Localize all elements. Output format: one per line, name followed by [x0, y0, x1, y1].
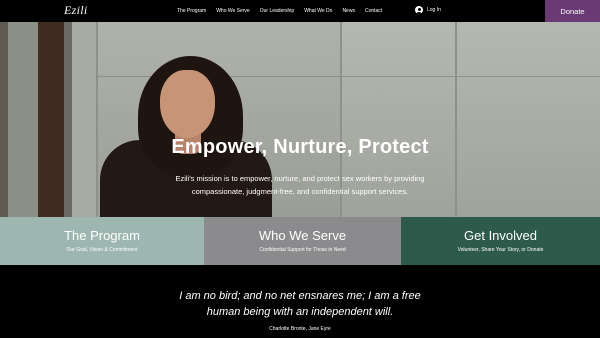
wall-joint: [96, 22, 98, 217]
site-header: Ezili The Program Who We Serve Our Leade…: [0, 0, 600, 22]
quote-citation: Charlotte Bronte, Jane Eyre: [269, 326, 331, 332]
nav-link-our-leadership[interactable]: Our Leadership: [260, 8, 294, 14]
feature-panels: The Program Our Goal, Vision & Commitmen…: [0, 217, 600, 265]
quote-line-1: I am no bird; and no net ensnares me; I …: [179, 290, 421, 302]
hero-description: Ezili's mission is to empower, nurture, …: [175, 174, 425, 196]
site-logo[interactable]: Ezili: [64, 3, 88, 18]
panel-who-we-serve[interactable]: Who We Serve Confidential Support for Th…: [204, 217, 401, 265]
hero-section: Empower, Nurture, Protect Ezili's missio…: [0, 22, 600, 217]
panel-title: The Program: [64, 228, 140, 243]
nav-link-contact[interactable]: Contact: [365, 8, 382, 14]
panel-title: Who We Serve: [258, 228, 347, 243]
panel-get-involved[interactable]: Get Involved Volunteer, Share Your Story…: [401, 217, 600, 265]
panel-subtitle: Confidential Support for Those in Need: [259, 247, 346, 253]
user-avatar-icon: [415, 6, 423, 14]
main-nav: The Program Who We Serve Our Leadership …: [177, 0, 392, 22]
panel-title: Get Involved: [464, 228, 537, 243]
quote-section: I am no bird; and no net ensnares me; I …: [0, 265, 600, 338]
nav-link-what-we-do[interactable]: What We Do: [304, 8, 332, 14]
nav-link-the-program[interactable]: The Program: [177, 8, 206, 14]
hero-title: Empower, Nurture, Protect: [171, 136, 429, 158]
quote-text: I am no bird; and no net ensnares me; I …: [0, 265, 600, 320]
nav-link-news[interactable]: News: [342, 8, 355, 14]
login-label: Log In: [427, 7, 441, 13]
quote-line-2: human being with an independent will.: [206, 306, 394, 318]
panel-the-program[interactable]: The Program Our Goal, Vision & Commitmen…: [0, 217, 204, 265]
panel-subtitle: Our Goal, Vision & Commitment: [66, 247, 138, 253]
panel-subtitle: Volunteer, Share Your Story, or Donate: [457, 247, 544, 253]
donate-button[interactable]: Donate: [545, 0, 600, 22]
nav-link-who-we-serve[interactable]: Who We Serve: [216, 8, 250, 14]
wall-joint: [455, 22, 457, 217]
hero-photo-person-face: [160, 70, 215, 138]
login-button[interactable]: Log In: [415, 6, 441, 14]
